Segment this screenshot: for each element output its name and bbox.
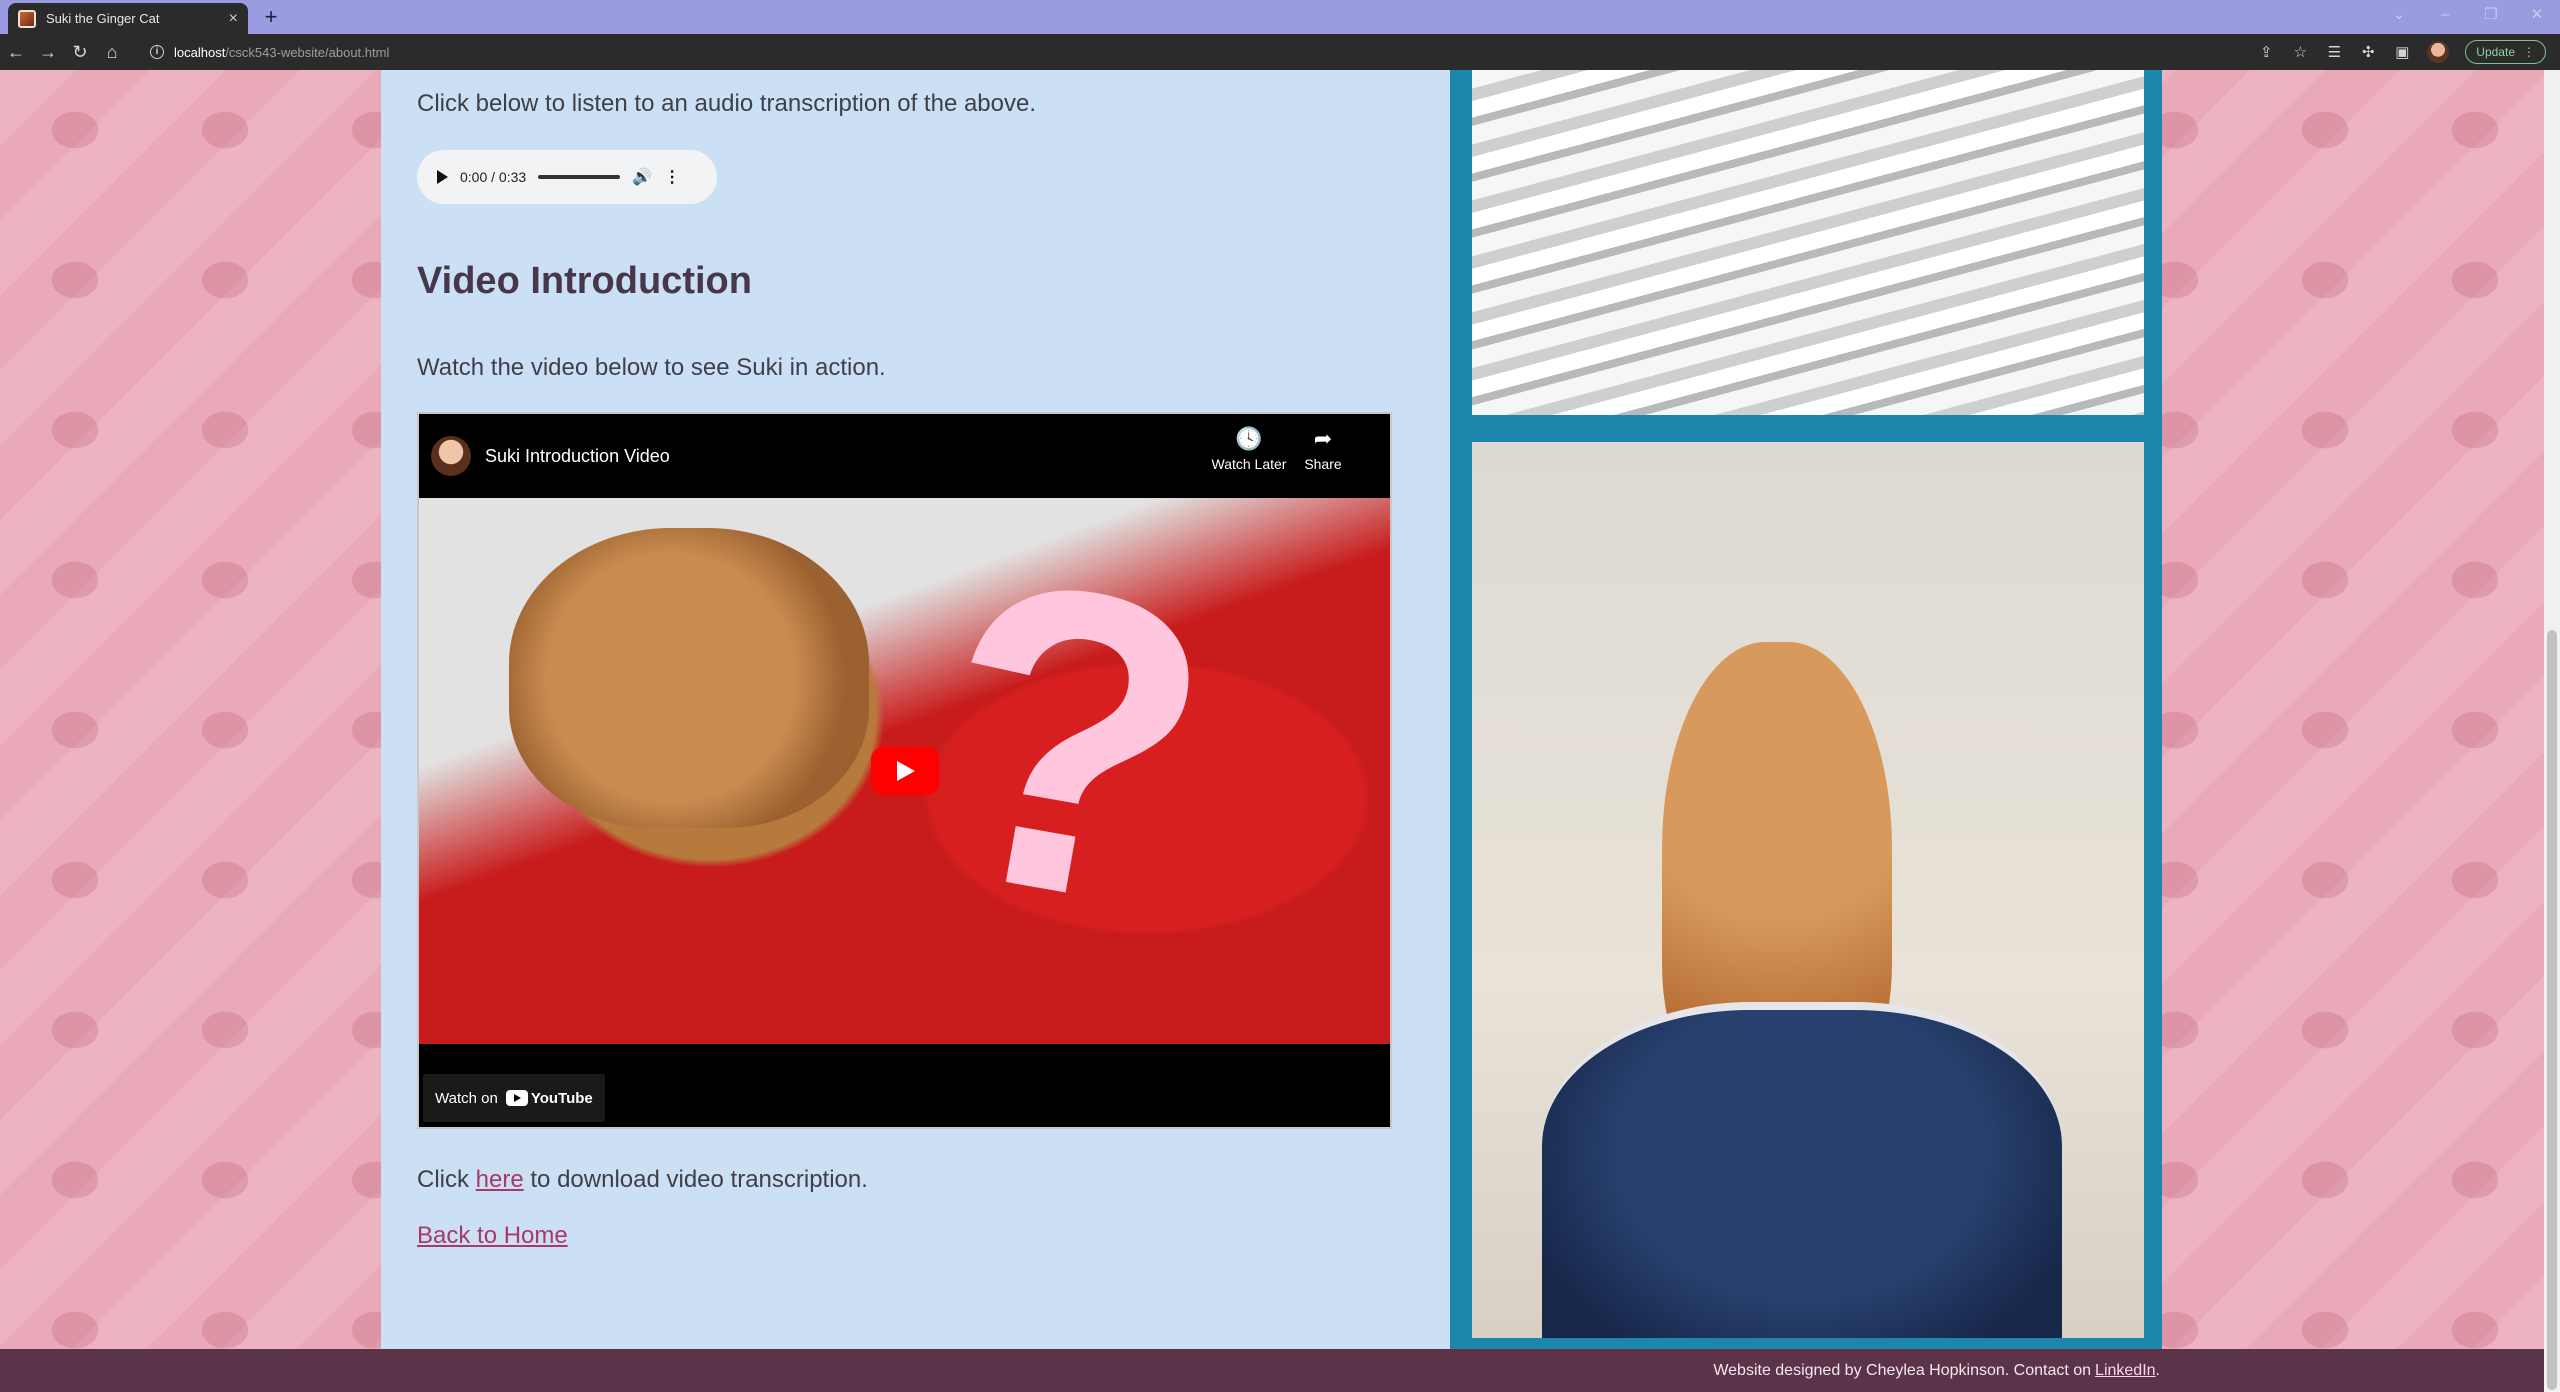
volume-icon[interactable]: 🔊 (632, 167, 652, 187)
blue-bag-figure (1542, 1002, 2062, 1338)
video-header: Suki Introduction Video 🕓 Watch Later ➦ … (419, 414, 1390, 498)
video-heading: Video Introduction (417, 260, 752, 302)
youtube-wordmark: YouTube (530, 1089, 593, 1107)
share-button[interactable]: ➦ Share (1288, 426, 1358, 474)
page-footer: Website designed by Cheylea Hopkinson. C… (0, 1349, 2544, 1392)
share-label: Share (1304, 456, 1342, 472)
scrollbar-thumb[interactable] (2547, 630, 2557, 1390)
page-viewport: Click below to listen to an audio transc… (0, 70, 2544, 1392)
more-options-icon[interactable]: ⋮ (664, 167, 680, 187)
info-icon[interactable]: i (150, 45, 164, 59)
minimize-icon[interactable]: – (2422, 0, 2468, 34)
play-icon[interactable] (437, 170, 448, 184)
extensions-icon[interactable]: ✣ (2359, 43, 2377, 61)
youtube-logo: YouTube (505, 1089, 593, 1107)
restore-icon[interactable]: ❐ (2468, 0, 2514, 34)
tab-favicon-icon (18, 9, 36, 28)
youtube-logo-icon (505, 1090, 528, 1106)
toolbar-actions: ⇪ ☆ ☰ ✣ ▣ Update ⋮ (2257, 38, 2546, 66)
back-to-home-link[interactable]: Back to Home (417, 1222, 568, 1249)
watch-on-label: Watch on (435, 1089, 498, 1107)
photo-sidebar (1450, 70, 2162, 1350)
transcription-before: Click (417, 1166, 476, 1193)
video-title[interactable]: Suki Introduction Video (485, 446, 670, 467)
audio-time: 0:00 / 0:33 (460, 169, 527, 185)
transcription-download-link[interactable]: here (476, 1166, 524, 1193)
main-content: Click below to listen to an audio transc… (381, 70, 1450, 1350)
update-button[interactable]: Update ⋮ (2465, 40, 2546, 64)
question-mark-graphic: ? (899, 498, 1242, 1003)
audio-player[interactable]: 0:00 / 0:33 🔊 ⋮ (417, 150, 717, 204)
back-home-wrapper: Back to Home (417, 1222, 568, 1250)
close-window-icon[interactable]: ✕ (2514, 0, 2560, 34)
url-host: localhost (174, 44, 226, 60)
video-prompt: Watch the video below to see Suki in act… (417, 354, 886, 381)
audio-prompt: Click below to listen to an audio transc… (417, 90, 1037, 117)
back-icon[interactable]: ← (0, 36, 32, 68)
transcription-text: Click here to download video transcripti… (417, 1166, 868, 1194)
linkedin-link[interactable]: LinkedIn (2095, 1362, 2156, 1380)
share-icon[interactable]: ⇪ (2257, 43, 2275, 61)
watch-later-label: Watch Later (1211, 456, 1287, 472)
clock-icon: 🕓 (1235, 426, 1263, 451)
reading-list-icon[interactable]: ☰ (2325, 43, 2343, 61)
blanket-photo (1472, 70, 2144, 415)
tab-title: Suki the Ginger Cat (46, 11, 160, 26)
tab-close-icon[interactable]: × (229, 10, 238, 27)
watch-later-button[interactable]: 🕓 Watch Later (1204, 426, 1294, 474)
tab-search-icon[interactable]: ⌄ (2376, 0, 2422, 34)
profile-avatar[interactable] (2427, 41, 2450, 63)
transcription-after: to download video transcription. (523, 1166, 868, 1193)
bookmark-star-icon[interactable]: ☆ (2291, 43, 2309, 61)
address-bar[interactable]: i localhost /csck543-website/about.html (142, 38, 2272, 66)
url-path: /csck543-website/about.html (225, 44, 390, 60)
audio-progress-slider[interactable] (538, 175, 621, 179)
new-tab-button[interactable]: + (258, 4, 284, 30)
window-controls: ⌄ – ❐ ✕ (2376, 0, 2560, 34)
youtube-embed[interactable]: ? Suki Introduction Video 🕓 Watch Later … (417, 412, 1392, 1129)
update-label: Update (2476, 45, 2515, 59)
channel-avatar[interactable] (431, 436, 471, 476)
kitten-on-bag-photo (1472, 442, 2144, 1338)
kitten-image (509, 528, 869, 828)
forward-icon[interactable]: → (32, 36, 64, 68)
browser-tab[interactable]: Suki the Ginger Cat × (8, 3, 248, 34)
watch-on-youtube-button[interactable]: Watch on YouTube (423, 1074, 605, 1122)
browser-tab-strip: Suki the Ginger Cat × + ⌄ – ❐ ✕ (0, 0, 2560, 34)
share-arrow-icon: ➦ (1313, 426, 1333, 451)
youtube-play-button[interactable] (871, 747, 939, 795)
side-panel-icon[interactable]: ▣ (2393, 43, 2411, 61)
more-icon[interactable]: ⋮ (2523, 41, 2535, 63)
footer-end: . (2155, 1361, 2160, 1379)
home-icon[interactable]: ⌂ (96, 36, 128, 68)
reload-icon[interactable]: ↻ (64, 36, 96, 68)
video-thumbnail[interactable]: ? (419, 498, 1390, 1044)
browser-toolbar: ← → ↻ ⌂ i localhost /csck543-website/abo… (0, 34, 2560, 70)
page-scrollbar[interactable] (2544, 70, 2560, 1392)
footer-text: Website designed by Cheylea Hopkinson. C… (1713, 1361, 2092, 1379)
